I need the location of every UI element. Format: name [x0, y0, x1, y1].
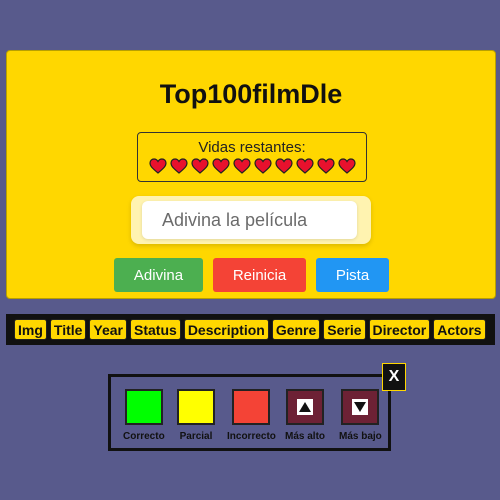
column-header-img: Img: [14, 319, 47, 340]
legend-label: Correcto: [123, 431, 165, 442]
search-container: [131, 196, 371, 244]
heart-icon: [316, 158, 335, 174]
heart-icon: [295, 158, 314, 174]
legend-label: Más alto: [285, 431, 326, 442]
heart-icon: [232, 158, 251, 174]
reset-button[interactable]: Reinicia: [213, 258, 306, 292]
legend-item-más-bajo: Más bajo: [339, 389, 382, 442]
hint-button[interactable]: Pista: [316, 258, 389, 292]
legend-label: Más bajo: [339, 431, 382, 442]
page-title: Top100filmDle: [159, 79, 343, 109]
column-header-status: Status: [130, 319, 181, 340]
heart-icon: [190, 158, 209, 174]
legend-swatch: [341, 389, 380, 425]
search-input[interactable]: [142, 201, 357, 239]
column-header-genre: Genre: [271, 319, 321, 340]
column-header-serie: Serie: [323, 319, 366, 340]
column-header-actors: Actors: [433, 319, 486, 340]
arrow-down-icon: [352, 399, 369, 415]
legend-item-más-alto: Más alto: [285, 389, 325, 442]
guess-button[interactable]: Adivina: [114, 258, 203, 292]
legend-label: Parcial: [179, 431, 213, 442]
legend-item-incorrecto: Incorrecto: [227, 389, 276, 442]
column-header-description: Description: [183, 319, 269, 340]
close-legend-button[interactable]: X: [382, 363, 406, 391]
legend-swatch: [124, 389, 163, 425]
hearts-row: [138, 158, 366, 174]
heart-icon: [337, 158, 356, 174]
heart-icon: [274, 158, 293, 174]
lives-box: Vidas restantes:: [137, 132, 367, 182]
legend-item-correcto: Correcto: [123, 389, 165, 442]
legend-label: Incorrecto: [227, 431, 276, 442]
legend-swatch: [286, 389, 324, 425]
heart-icon: [211, 158, 230, 174]
legend-item-parcial: Parcial: [177, 389, 215, 442]
legend-swatch: [177, 389, 215, 425]
legend-swatch: [232, 389, 271, 425]
column-header-director: Director: [368, 319, 431, 340]
lives-label: Vidas restantes:: [198, 139, 306, 156]
column-header-year: Year: [89, 319, 128, 340]
game-panel: Top100filmDle Vidas restantes: Adivina R…: [6, 50, 496, 299]
heart-icon: [253, 158, 272, 174]
legend-box: Correcto Parcial Incorrecto Más alto Más baj…: [108, 374, 391, 451]
heart-icon: [169, 158, 188, 174]
column-headers: Img Title Year Status Description Genre Serie D…: [6, 314, 495, 345]
column-header-title: Title: [49, 319, 87, 340]
heart-icon: [148, 158, 167, 174]
arrow-up-icon: [297, 399, 313, 415]
